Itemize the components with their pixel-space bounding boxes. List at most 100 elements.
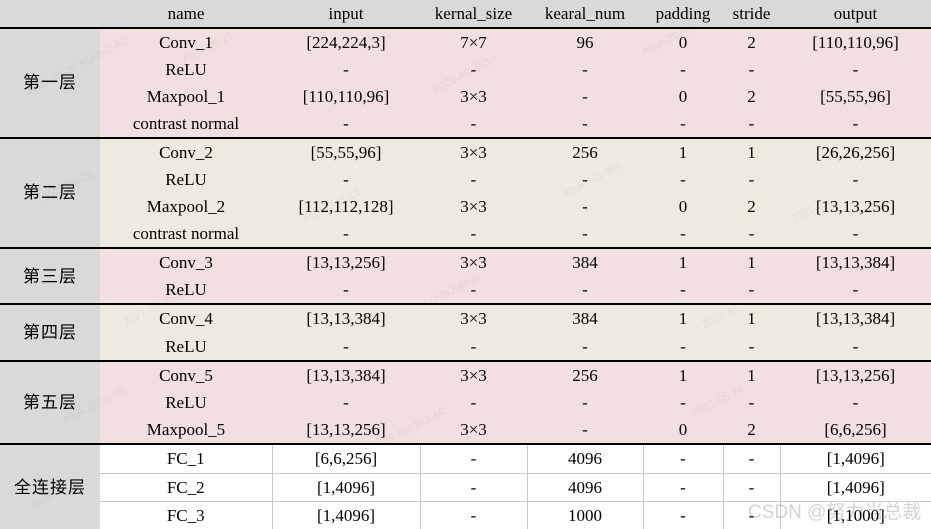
cell-input: -: [272, 389, 420, 416]
cell-output: -: [780, 56, 931, 83]
cell-padding: 1: [643, 136, 723, 167]
cell-kernal-size: 3×3: [420, 246, 527, 277]
cell-output: [26,26,256]: [780, 136, 931, 167]
cell-stride: 2: [723, 26, 780, 57]
table-row: 第三层 Conv_3 [13,13,256] 3×3 384 1 1 [13,13,384]: [0, 246, 931, 305]
cell-padding: 1: [643, 303, 723, 333]
table-row: contrast normal - - - - - -: [0, 109, 931, 138]
cell-input: -: [272, 109, 420, 138]
cell-stride: -: [723, 473, 781, 502]
cell-input: [110,110,96]: [272, 82, 420, 110]
cell-padding: 0: [643, 192, 723, 220]
cell-input: -: [272, 276, 420, 305]
cell-stride: 1: [723, 303, 780, 333]
cell-input: [1,4096]: [272, 473, 421, 502]
table-row: FC_3 [1,4096] -1000- - [1,1000]: [0, 501, 931, 529]
cell-kearal-num: 4096: [527, 473, 644, 502]
cell-padding: -: [643, 332, 723, 361]
cell-output: -: [780, 389, 931, 416]
cell-name: FC_1: [100, 443, 273, 474]
cell-kernal-size: -: [420, 56, 527, 83]
table-body: 第一层 Conv_1 [224,224,3] 7×7 96 0 2 [110,110,96] R…: [0, 26, 931, 529]
cell-kearal-num: 384: [527, 246, 643, 277]
cell-kernal-size: -: [420, 109, 527, 138]
cell-kernal-size: -: [420, 443, 528, 474]
cell-padding: -: [643, 389, 723, 416]
table-row: 第五层 Conv_5 [13,13,384] 3×3 256 1 1 [13,13,256]: [0, 359, 931, 445]
cell-kearal-num: -: [527, 415, 643, 445]
cell-stride: -: [723, 166, 780, 193]
cell-kearal-num: -: [527, 109, 643, 138]
cell-kearal-num: -: [527, 192, 643, 220]
cell-kernal-size: -: [420, 389, 527, 416]
table-row: ReLU - - - - - -: [0, 389, 931, 416]
cell-kernal-size: 3×3: [420, 82, 527, 110]
cell-kearal-num: 4096: [527, 443, 644, 474]
cell-padding: 1: [643, 246, 723, 277]
cell-output: -: [780, 276, 931, 305]
cell-output: [1,4096]: [780, 473, 931, 502]
cell-output: [13,13,256]: [780, 192, 931, 220]
cell-kernal-size: 3×3: [420, 192, 527, 220]
cell-padding: 1: [643, 359, 723, 390]
cell-name: contrast normal: [100, 109, 272, 138]
cell-padding: 0: [643, 415, 723, 445]
cell-stride: -: [723, 389, 780, 416]
cell-stride: 2: [723, 192, 780, 220]
cell-stride: 2: [723, 82, 780, 110]
cell-name: Maxpool_2: [100, 192, 272, 220]
cell-input: [13,13,384]: [272, 359, 420, 390]
column-header-output: output: [780, 0, 931, 28]
column-header-layer: [0, 0, 100, 28]
cell-input: -: [272, 219, 420, 248]
cell-input: [13,13,256]: [272, 246, 420, 277]
cell-name: Conv_2: [100, 136, 272, 167]
table-row: ReLU - - - - - -: [0, 166, 931, 193]
cell-name: ReLU: [100, 332, 272, 361]
column-header-kernal-size: kernal_size: [420, 0, 527, 28]
cell-kernal-size: -: [420, 332, 527, 361]
cell-padding: -: [643, 166, 723, 193]
cell-kernal-size: 3×3: [420, 359, 527, 390]
layer-group-label: 第一层: [0, 27, 100, 138]
table-row: Maxpool_5 [13,13,256] 3×3-0 2 [6,6,256]: [0, 415, 931, 445]
cell-name: Conv_5: [100, 359, 272, 390]
cell-stride: 1: [723, 136, 780, 167]
cell-kernal-size: -: [420, 276, 527, 305]
table-row: 第四层 Conv_4 [13,13,384] 3×3 384 1 1 [13,13,384]: [0, 303, 931, 361]
header-row: name input kernal_size kearal_num paddin…: [0, 0, 931, 28]
cell-kearal-num: 384: [527, 303, 643, 333]
cell-input: [13,13,384]: [272, 303, 420, 333]
column-header-name: name: [100, 0, 272, 28]
cell-kearal-num: 256: [527, 136, 643, 167]
cell-kearal-num: -: [527, 82, 643, 110]
cell-kearal-num: 1000: [527, 501, 644, 529]
cell-kernal-size: -: [420, 166, 527, 193]
cell-output: -: [780, 166, 931, 193]
cell-name: Maxpool_5: [100, 415, 272, 445]
column-header-stride: stride: [723, 0, 780, 28]
cell-output: [55,55,96]: [780, 82, 931, 110]
cell-input: -: [272, 56, 420, 83]
cell-output: [13,13,384]: [780, 303, 931, 333]
cell-name: contrast normal: [100, 219, 272, 248]
layer-group-label: 第五层: [0, 359, 100, 445]
cell-padding: -: [643, 109, 723, 138]
table-header: name input kernal_size kearal_num paddin…: [0, 0, 931, 28]
cell-stride: -: [723, 332, 780, 361]
cell-stride: -: [723, 109, 780, 138]
table-row: ReLU - - - - - -: [0, 56, 931, 83]
table-row: 全连接层 FC_1 [6,6,256] -4096- - [1,4096]: [0, 443, 931, 529]
table-row: Maxpool_2 [112,112,128] 3×3-0 2 [13,13,256]: [0, 192, 931, 220]
cell-kearal-num: 256: [527, 359, 643, 390]
cell-kernal-size: 3×3: [420, 303, 527, 333]
cell-padding: -: [643, 56, 723, 83]
table-row: 第一层 Conv_1 [224,224,3] 7×7 96 0 2 [110,110,96]: [0, 26, 931, 138]
layer-group-label: 第三层: [0, 246, 100, 305]
cell-padding: -: [643, 219, 723, 248]
cell-kearal-num: -: [527, 332, 643, 361]
column-header-input: input: [272, 0, 420, 28]
cell-padding: -: [643, 473, 724, 502]
cell-input: [13,13,256]: [272, 415, 420, 445]
cell-stride: 1: [723, 359, 780, 390]
